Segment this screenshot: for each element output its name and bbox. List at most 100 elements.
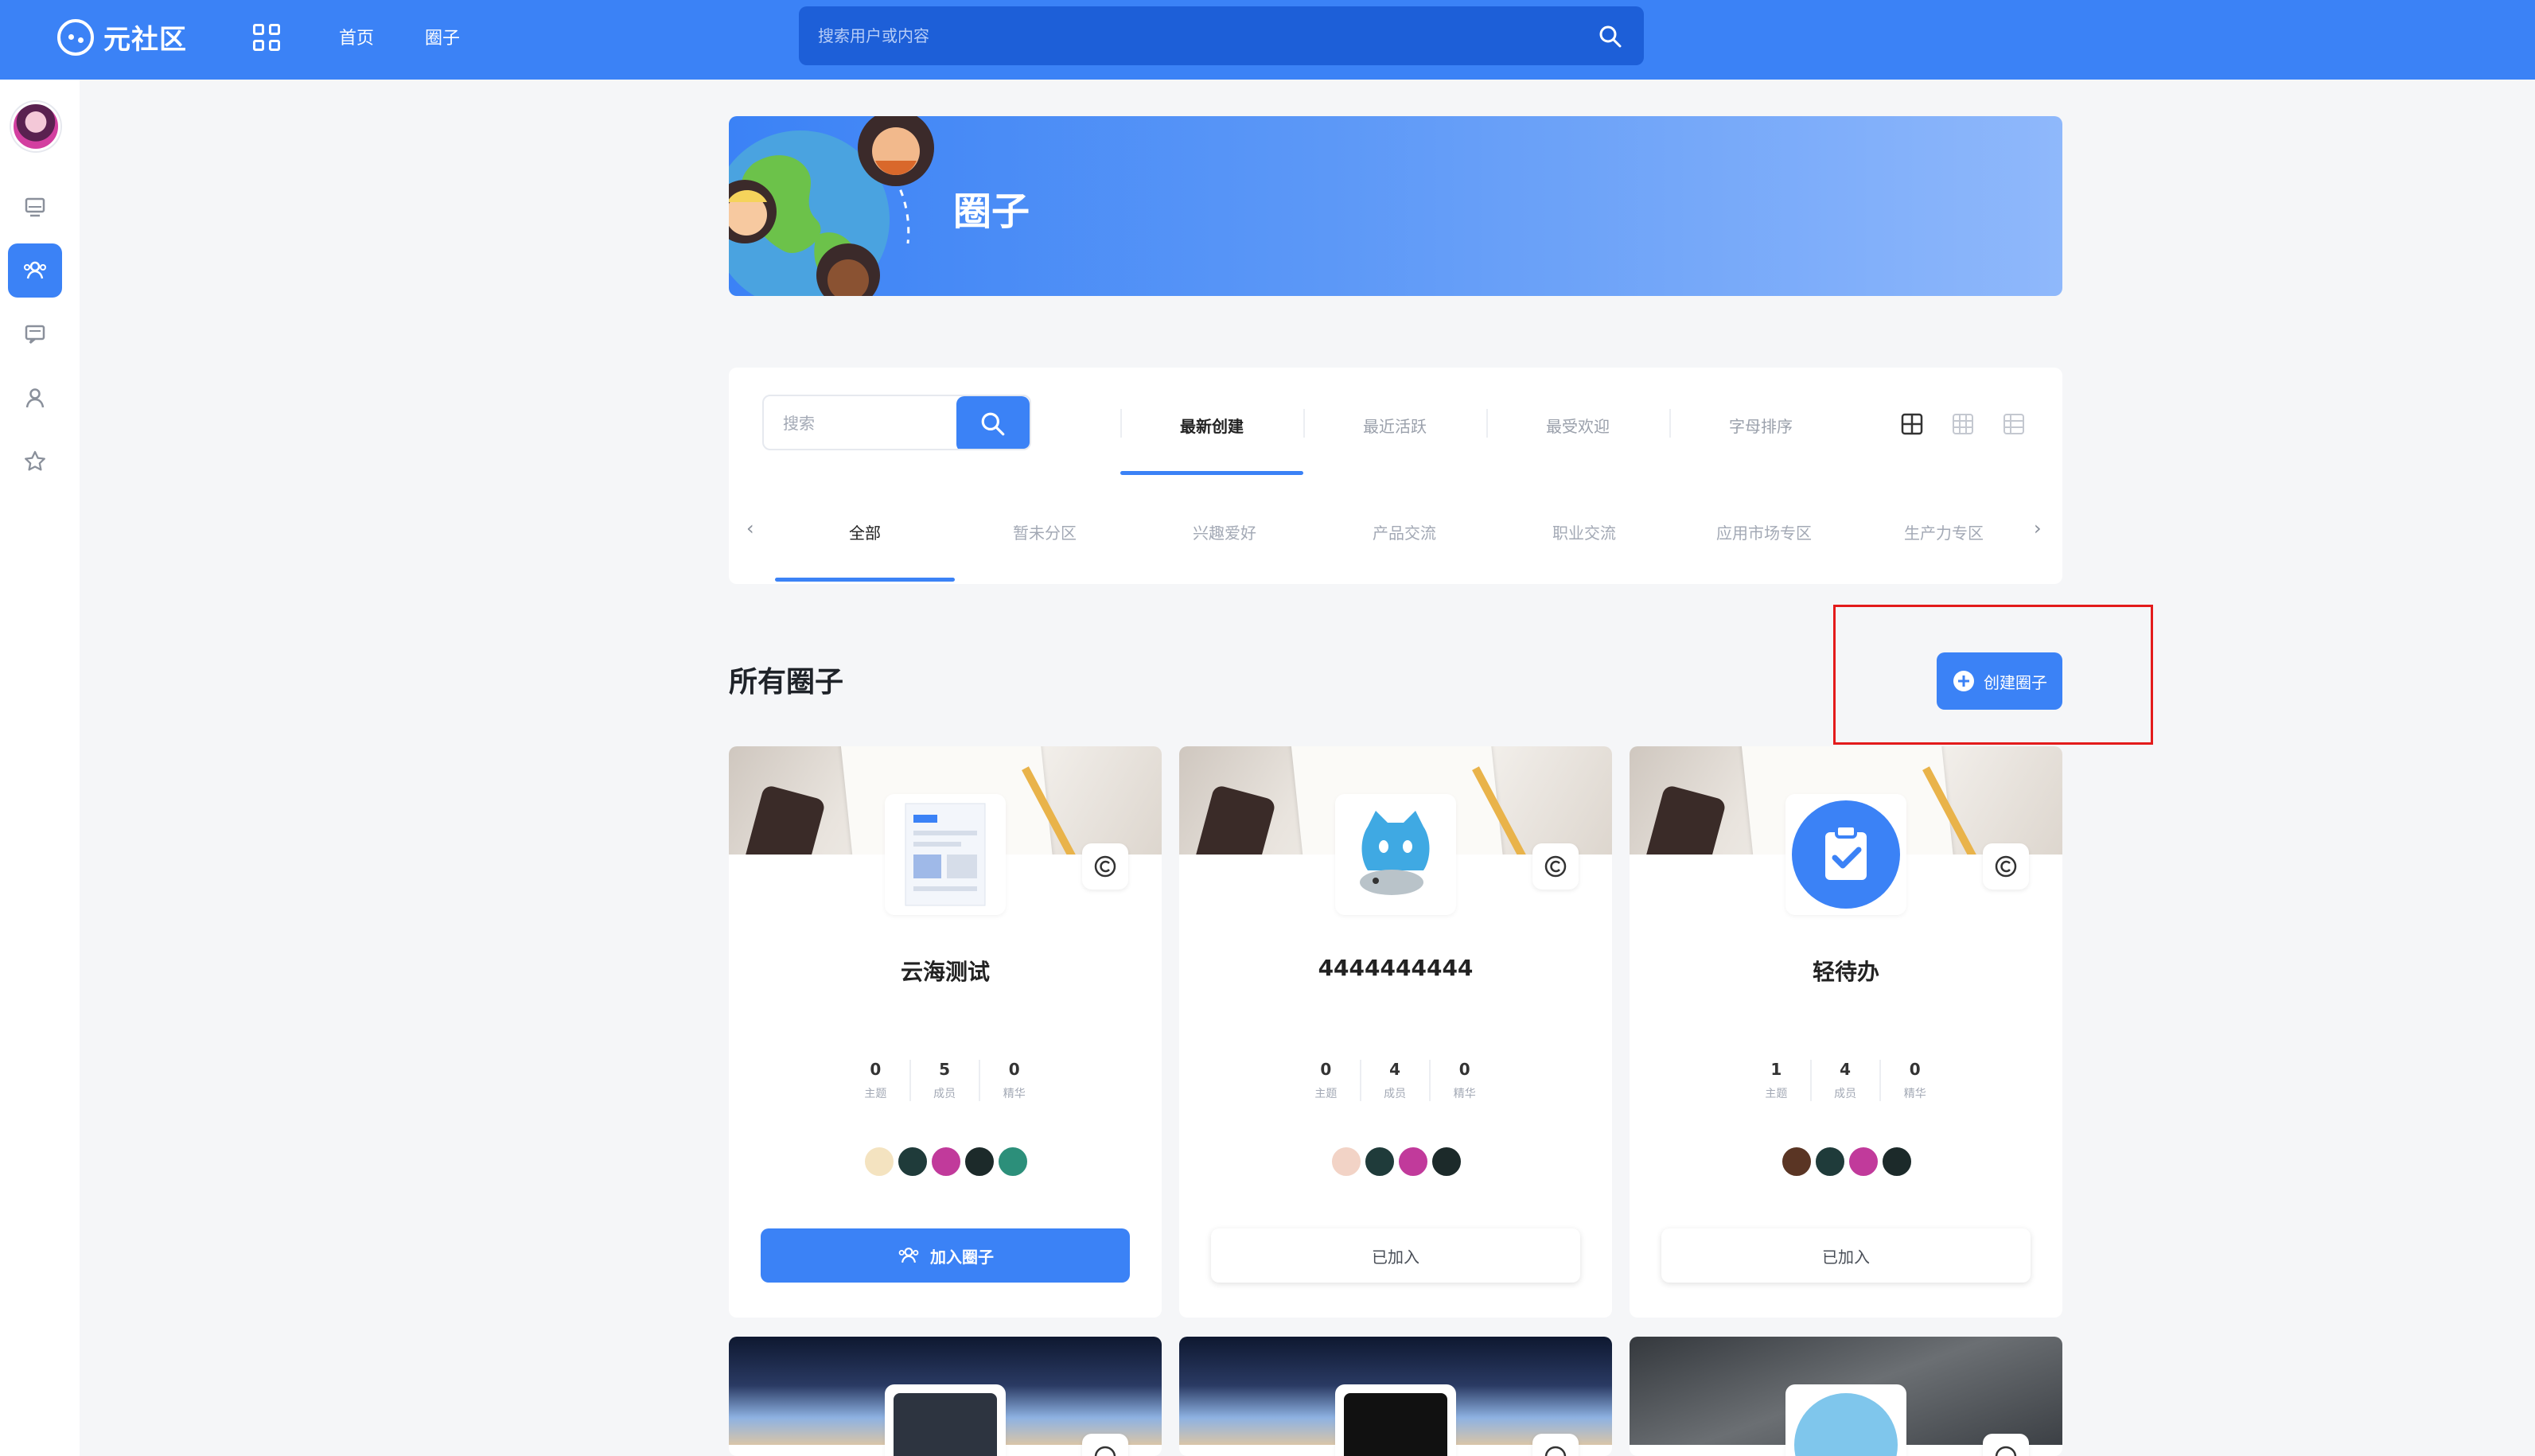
globe-illustration: [729, 116, 934, 296]
member-count: 4: [1389, 1060, 1401, 1079]
global-search: [799, 6, 1644, 65]
avatar[interactable]: [897, 1146, 929, 1178]
category-tab-app-market[interactable]: 应用市场专区: [1674, 520, 1854, 543]
topic-count: 0: [870, 1060, 882, 1079]
sort-tab-popular[interactable]: 最受欢迎: [1486, 414, 1669, 437]
copyright-badge-icon: [1995, 1446, 2017, 1456]
global-search-input[interactable]: [818, 24, 1534, 48]
topic-label: 主题: [1314, 1088, 1338, 1100]
circle-card[interactable]: 云海测试 0 主题 5 成员 0 精华 加入圈子: [729, 746, 1162, 1318]
sidebar-item-profile[interactable]: [8, 371, 62, 425]
sort-tab-alpha[interactable]: 字母排序: [1669, 414, 1852, 437]
category-next-arrow[interactable]: ›: [2034, 517, 2042, 539]
user-icon: [25, 388, 45, 408]
circle-badge[interactable]: [1082, 1434, 1128, 1456]
sort-tab-indicator: [1120, 471, 1303, 475]
circle-card[interactable]: 轻待办 1 主题 4 成员 0 精华 已加入: [1630, 746, 2062, 1318]
category-tab-product[interactable]: 产品交流: [1314, 520, 1494, 543]
joined-button[interactable]: 已加入: [1661, 1228, 2031, 1283]
avatar[interactable]: [1881, 1146, 1913, 1178]
avatar[interactable]: [997, 1146, 1029, 1178]
category-tab-unassigned[interactable]: 暂未分区: [955, 520, 1135, 543]
nav-home[interactable]: 首页: [339, 24, 374, 49]
circle-search-input[interactable]: [783, 412, 958, 434]
copyright-badge-icon: [1544, 1446, 1567, 1456]
circle-card[interactable]: [729, 1337, 1162, 1456]
circle-card[interactable]: [1630, 1337, 2062, 1456]
avatar[interactable]: [1814, 1146, 1846, 1178]
circle-logo: [885, 1384, 1006, 1456]
avatar[interactable]: [1397, 1146, 1429, 1178]
avatar[interactable]: [1848, 1146, 1879, 1178]
copyright-badge-icon: [1995, 855, 2017, 878]
highlight-frame: [1833, 605, 2153, 745]
circle-logo: [1335, 1384, 1456, 1456]
join-circle-button[interactable]: 加入圈子: [761, 1228, 1130, 1283]
avatar[interactable]: [1364, 1146, 1396, 1178]
section-title: 所有圈子: [729, 666, 844, 699]
featured-count: 0: [1008, 1060, 1020, 1079]
circle-stats: 0 主题 5 成员 0 精华: [842, 1060, 1049, 1101]
sort-tab-newest[interactable]: 最新创建: [1120, 414, 1303, 437]
circle-card[interactable]: [1179, 1337, 1612, 1456]
filter-panel: 最新创建 最近活跃 最受欢迎 字母排序 ‹ 全部 暂未分区 兴趣爱好 产品交流 …: [729, 368, 2062, 584]
page-banner: 圈子: [729, 116, 2062, 296]
circle-badge[interactable]: [1082, 843, 1128, 890]
featured-label: 精华: [1453, 1088, 1476, 1100]
member-label: 成员: [1834, 1088, 1857, 1100]
grid-3x3-view-icon[interactable]: [1951, 412, 1975, 436]
logo-icon: [57, 18, 94, 56]
nav-circles[interactable]: 圈子: [425, 24, 460, 49]
circle-badge[interactable]: [1983, 1434, 2029, 1456]
member-label: 成员: [1384, 1088, 1407, 1100]
sidebar-item-messages[interactable]: [8, 307, 62, 361]
star-icon: [25, 450, 45, 471]
join-label: 加入圈子: [930, 1247, 994, 1267]
avatar[interactable]: [964, 1146, 995, 1178]
circle-logo: [885, 794, 1006, 915]
circle-stats: 1 主题 4 成员 0 精华: [1743, 1060, 1949, 1101]
circle-badge[interactable]: [1532, 1434, 1579, 1456]
circle-badge[interactable]: [1983, 843, 2029, 890]
category-tab-indicator: [775, 578, 955, 582]
circle-name: 轻待办: [1812, 959, 1879, 985]
avatar[interactable]: [1330, 1146, 1362, 1178]
avatar[interactable]: [863, 1146, 895, 1178]
circle-logo: [1785, 794, 1906, 915]
category-prev-arrow[interactable]: ‹: [746, 517, 754, 539]
circle-badge[interactable]: [1532, 843, 1579, 890]
category-tab-hobbies[interactable]: 兴趣爱好: [1135, 520, 1314, 543]
page-title: 圈子: [953, 189, 1030, 234]
grid-2x2-view-icon[interactable]: [1900, 412, 1924, 436]
featured-count: 0: [1909, 1060, 1921, 1079]
apps-grid-icon[interactable]: [253, 24, 280, 51]
sidebar-item-circles[interactable]: [8, 243, 62, 298]
community-icon: [24, 261, 46, 279]
topic-label: 主题: [864, 1088, 887, 1100]
user-avatar[interactable]: [11, 102, 60, 151]
monitor-icon: [25, 197, 45, 217]
joined-label: 已加入: [1822, 1247, 1870, 1267]
member-avatars: [729, 1146, 1162, 1178]
member-avatars: [1179, 1146, 1612, 1178]
category-tab-all[interactable]: 全部: [775, 520, 955, 543]
list-view-icon[interactable]: [2002, 412, 2026, 436]
category-tab-career[interactable]: 职业交流: [1494, 520, 1674, 543]
avatar[interactable]: [930, 1146, 962, 1178]
avatar[interactable]: [1431, 1146, 1462, 1178]
copyright-badge-icon: [1094, 1446, 1116, 1456]
joined-button[interactable]: 已加入: [1211, 1228, 1580, 1283]
topic-label: 主题: [1765, 1088, 1788, 1100]
copyright-badge-icon: [1094, 855, 1116, 878]
sidebar-item-monitor[interactable]: [8, 180, 62, 234]
circle-search-button[interactable]: [956, 396, 1030, 449]
avatar[interactable]: [1781, 1146, 1813, 1178]
logo[interactable]: 元社区: [57, 18, 187, 56]
category-tab-productivity[interactable]: 生产力专区: [1854, 520, 2034, 543]
search-icon[interactable]: [1598, 24, 1623, 49]
circle-stats: 0 主题 4 成员 0 精华: [1292, 1060, 1499, 1101]
sort-tab-recent[interactable]: 最近活跃: [1303, 414, 1486, 437]
circle-card[interactable]: 4444444444 0 主题 4 成员 0 精华 已加入: [1179, 746, 1612, 1318]
sidebar-item-favorites[interactable]: [8, 434, 62, 489]
circle-name: 云海测试: [900, 959, 990, 985]
